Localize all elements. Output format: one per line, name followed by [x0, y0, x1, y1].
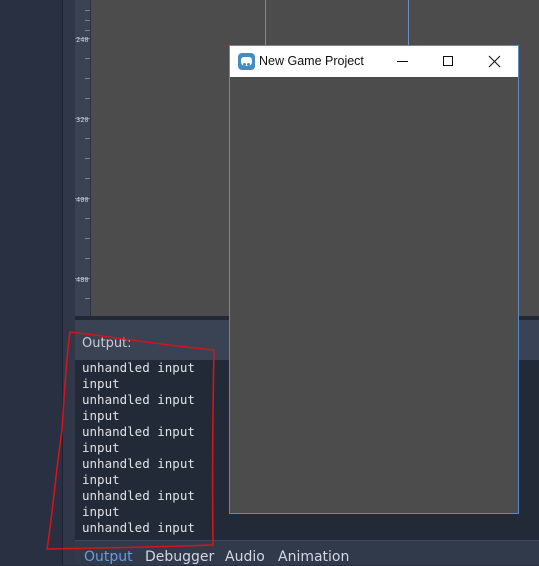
ruler-tick	[85, 78, 90, 79]
maximize-button[interactable]	[426, 46, 472, 77]
ruler-label: 320	[76, 116, 89, 124]
ruler-tick	[85, 30, 90, 31]
ruler-tick	[85, 298, 90, 299]
game-window-title: New Game Project	[259, 54, 364, 68]
ruler-tick	[85, 58, 90, 59]
ruler-label: 480	[76, 276, 89, 284]
ruler-tick	[85, 98, 90, 99]
ruler-label: 400	[76, 196, 89, 204]
ruler-tick	[85, 218, 90, 219]
godot-icon-eye	[243, 63, 246, 66]
godot-icon	[238, 53, 255, 70]
godot-icon-eye	[247, 63, 250, 66]
maximize-icon	[443, 56, 453, 66]
minimize-button[interactable]	[380, 46, 426, 77]
tab-animation[interactable]: Animation	[278, 549, 349, 566]
viewport-guide-line	[408, 0, 409, 45]
viewport-guide-line	[265, 0, 266, 45]
tab-audio[interactable]: Audio	[225, 549, 265, 566]
ruler-tick	[85, 138, 90, 139]
tab-output[interactable]: Output	[84, 549, 133, 566]
ruler-tick	[85, 10, 90, 11]
ruler-tick	[85, 158, 90, 159]
game-window-titlebar[interactable]: New Game Project	[230, 46, 518, 77]
close-icon	[488, 55, 501, 68]
output-log-text: unhandled input input unhandled input in…	[82, 360, 195, 535]
output-panel-label: Output:	[82, 336, 132, 351]
ruler-label: 240	[76, 36, 89, 44]
close-button[interactable]	[472, 46, 518, 77]
left-dock	[0, 0, 63, 565]
game-window[interactable]: New Game Project	[229, 45, 519, 514]
tab-debugger[interactable]: Debugger	[145, 549, 214, 566]
godot-icon-face	[241, 57, 252, 66]
vertical-ruler: 240 320 400 480	[75, 0, 91, 318]
ruler-tick	[85, 258, 90, 259]
ruler-tick	[85, 178, 90, 179]
minimize-icon	[397, 61, 408, 62]
ruler-tick	[85, 238, 90, 239]
ruler-tick	[85, 20, 90, 21]
game-window-content[interactable]	[230, 77, 518, 513]
